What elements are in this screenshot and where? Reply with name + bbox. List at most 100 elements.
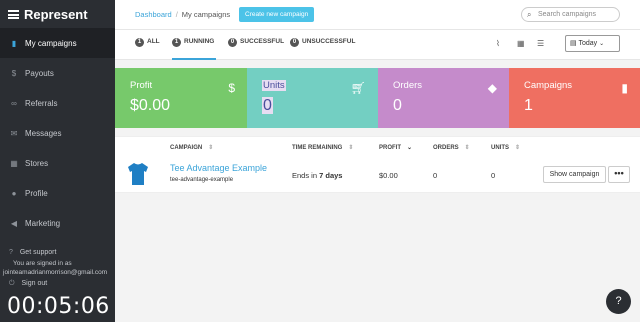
dollar-icon: $: [11, 68, 17, 78]
power-icon: ⏻: [9, 280, 15, 287]
sort-icon: ⇕: [515, 145, 521, 151]
tab-count-badge: 1: [135, 38, 144, 47]
timer-display: 00:05:06: [7, 294, 110, 319]
tab-running[interactable]: 1 RUNNING: [172, 38, 217, 60]
sidebar-item-my-campaigns[interactable]: ▮ My campaigns: [0, 28, 115, 58]
tab-unsuccessful[interactable]: 0 UNSUCCESSFUL: [290, 38, 355, 60]
profit-cell: $0.00: [379, 171, 398, 180]
bar-chart-icon: ▮: [621, 81, 628, 95]
stat-card-orders: Orders 0 ◆: [378, 68, 509, 128]
column-header-label: CAMPAIGN: [170, 145, 203, 151]
show-campaign-button[interactable]: Show campaign: [543, 166, 606, 183]
orders-cell: 0: [433, 171, 438, 180]
campaigns-table: CAMPAIGN ⇕ TIME REMAINING ⇕ PROFIT ⌄ ORDERS…: [115, 136, 640, 193]
sidebar-nav: ▮ My campaigns $ Payouts ∞ Referrals ✉ M…: [0, 28, 115, 238]
stat-card-units: Units 0 🛒︎: [247, 68, 378, 128]
tab-label: SUCCESSFUL: [240, 38, 285, 45]
stat-label: Campaigns: [524, 80, 573, 91]
sidebar-item-payouts[interactable]: $ Payouts: [0, 58, 115, 88]
search-input[interactable]: ⌕ Search campaigns: [521, 7, 620, 22]
sidebar-item-marketing[interactable]: ◀ Marketing: [0, 208, 115, 238]
breadcrumb-current: My campaigns: [181, 10, 231, 19]
get-support-label: Get support: [19, 249, 57, 256]
tab-all[interactable]: 1 ALL: [135, 38, 160, 60]
column-header-label: UNITS: [491, 145, 509, 151]
sidebar-item-label: Referrals: [25, 98, 58, 108]
sidebar-item-profile[interactable]: ● Profile: [0, 178, 115, 208]
sidebar-item-label: Profile: [25, 188, 48, 198]
paperclip-icon[interactable]: ⌇: [496, 39, 500, 48]
time-prefix: Ends in: [292, 171, 318, 180]
brand-name: Represent: [24, 6, 88, 22]
dollar-icon: $: [228, 81, 235, 95]
tab-label: ALL: [147, 38, 160, 45]
tab-label: UNSUCCESSFUL: [302, 38, 356, 45]
stat-label: Orders: [393, 80, 423, 91]
stat-label: Profit: [130, 80, 153, 91]
column-header-label: TIME REMAINING: [292, 145, 343, 151]
cart-icon: 🛒︎: [350, 81, 366, 95]
sort-icon: ⇕: [208, 145, 214, 151]
column-header-label: PROFIT: [379, 145, 401, 151]
tab-label: RUNNING: [184, 38, 215, 45]
tab-successful[interactable]: 0 SUCCESSFUL: [228, 38, 284, 60]
stat-value: $0.00: [130, 97, 171, 114]
sidebar-item-label: Payouts: [25, 68, 54, 78]
stat-value: 0: [262, 97, 273, 114]
grid-view-icon[interactable]: ▦: [517, 39, 525, 48]
calendar-icon: ▤: [570, 40, 577, 47]
sidebar-item-label: Marketing: [25, 218, 61, 228]
date-filter-select[interactable]: ▤ Today ⌄: [565, 35, 620, 52]
question-circle-icon: ?: [9, 249, 13, 256]
stat-value: 1: [524, 97, 533, 114]
more-options-button[interactable]: •••: [608, 166, 630, 183]
filter-tabs-bar: 1 ALL 1 RUNNING 0 SUCCESSFUL 0 UNSUCCESS…: [115, 30, 640, 60]
column-header-units[interactable]: UNITS ⇕: [491, 144, 520, 151]
help-chat-button[interactable]: ?: [606, 289, 631, 314]
menu-icon[interactable]: [8, 9, 19, 19]
campaign-slug: tee-advantage-example: [170, 177, 234, 183]
tab-count-badge: 0: [290, 38, 299, 47]
create-campaign-button[interactable]: Create new campaign: [239, 7, 315, 22]
column-header-label: ORDERS: [433, 145, 459, 151]
sidebar-item-messages[interactable]: ✉ Messages: [0, 118, 115, 148]
envelope-icon: ✉: [10, 128, 18, 138]
sidebar-item-label: Messages: [25, 128, 62, 138]
sidebar-item-label: Stores: [25, 158, 49, 168]
sign-out-label: Sign out: [21, 280, 48, 287]
tag-icon: ◆: [487, 81, 497, 95]
sign-out-link[interactable]: ⏻ Sign out: [9, 280, 47, 288]
sidebar-item-stores[interactable]: ▦ Stores: [0, 148, 115, 178]
signed-in-info: You are signed in as jointeamadrianmorri…: [0, 259, 115, 277]
column-header-campaign[interactable]: CAMPAIGN ⇕: [170, 144, 213, 151]
date-filter-value: Today: [578, 40, 598, 47]
search-icon: ⌕: [527, 10, 532, 19]
campaign-name-link[interactable]: Tee Advantage Example: [170, 163, 267, 173]
chevron-down-icon: ⌄: [599, 41, 605, 47]
stat-label: Units: [262, 80, 286, 91]
signed-in-email: jointeamadrianmorrison@gmail.com: [3, 269, 108, 276]
brand-logo[interactable]: Represent: [0, 0, 115, 28]
column-header-profit[interactable]: PROFIT ⌄: [379, 144, 412, 151]
list-view-icon[interactable]: ☰: [537, 39, 544, 48]
sidebar: Represent ▮ My campaigns $ Payouts ∞ Ref…: [0, 0, 115, 322]
breadcrumb-separator: /: [175, 10, 178, 19]
units-cell: 0: [491, 171, 496, 180]
sidebar-item-label: My campaigns: [25, 38, 77, 48]
sort-icon: ⇕: [348, 145, 354, 151]
bar-chart-icon: ▮: [11, 38, 17, 48]
top-bar: Dashboard / My campaigns Create new campai…: [115, 0, 640, 30]
time-remaining-cell: Ends in 7 days: [292, 171, 342, 180]
column-header-orders[interactable]: ORDERS ⇕: [433, 144, 470, 151]
sort-desc-icon: ⌄: [407, 145, 413, 151]
breadcrumb-dashboard-link[interactable]: Dashboard: [135, 10, 172, 19]
column-header-time-remaining[interactable]: TIME REMAINING ⇕: [292, 144, 353, 151]
tshirt-thumbnail[interactable]: [127, 162, 149, 186]
sidebar-item-referrals[interactable]: ∞ Referrals: [0, 88, 115, 118]
stat-value: 0: [393, 97, 402, 114]
tab-count-badge: 1: [172, 38, 181, 47]
sort-icon: ⇕: [464, 145, 470, 151]
get-support-link[interactable]: ? Get support: [9, 249, 56, 256]
megaphone-icon: ◀: [10, 218, 18, 228]
stat-card-profit: Profit $0.00 $: [115, 68, 247, 128]
